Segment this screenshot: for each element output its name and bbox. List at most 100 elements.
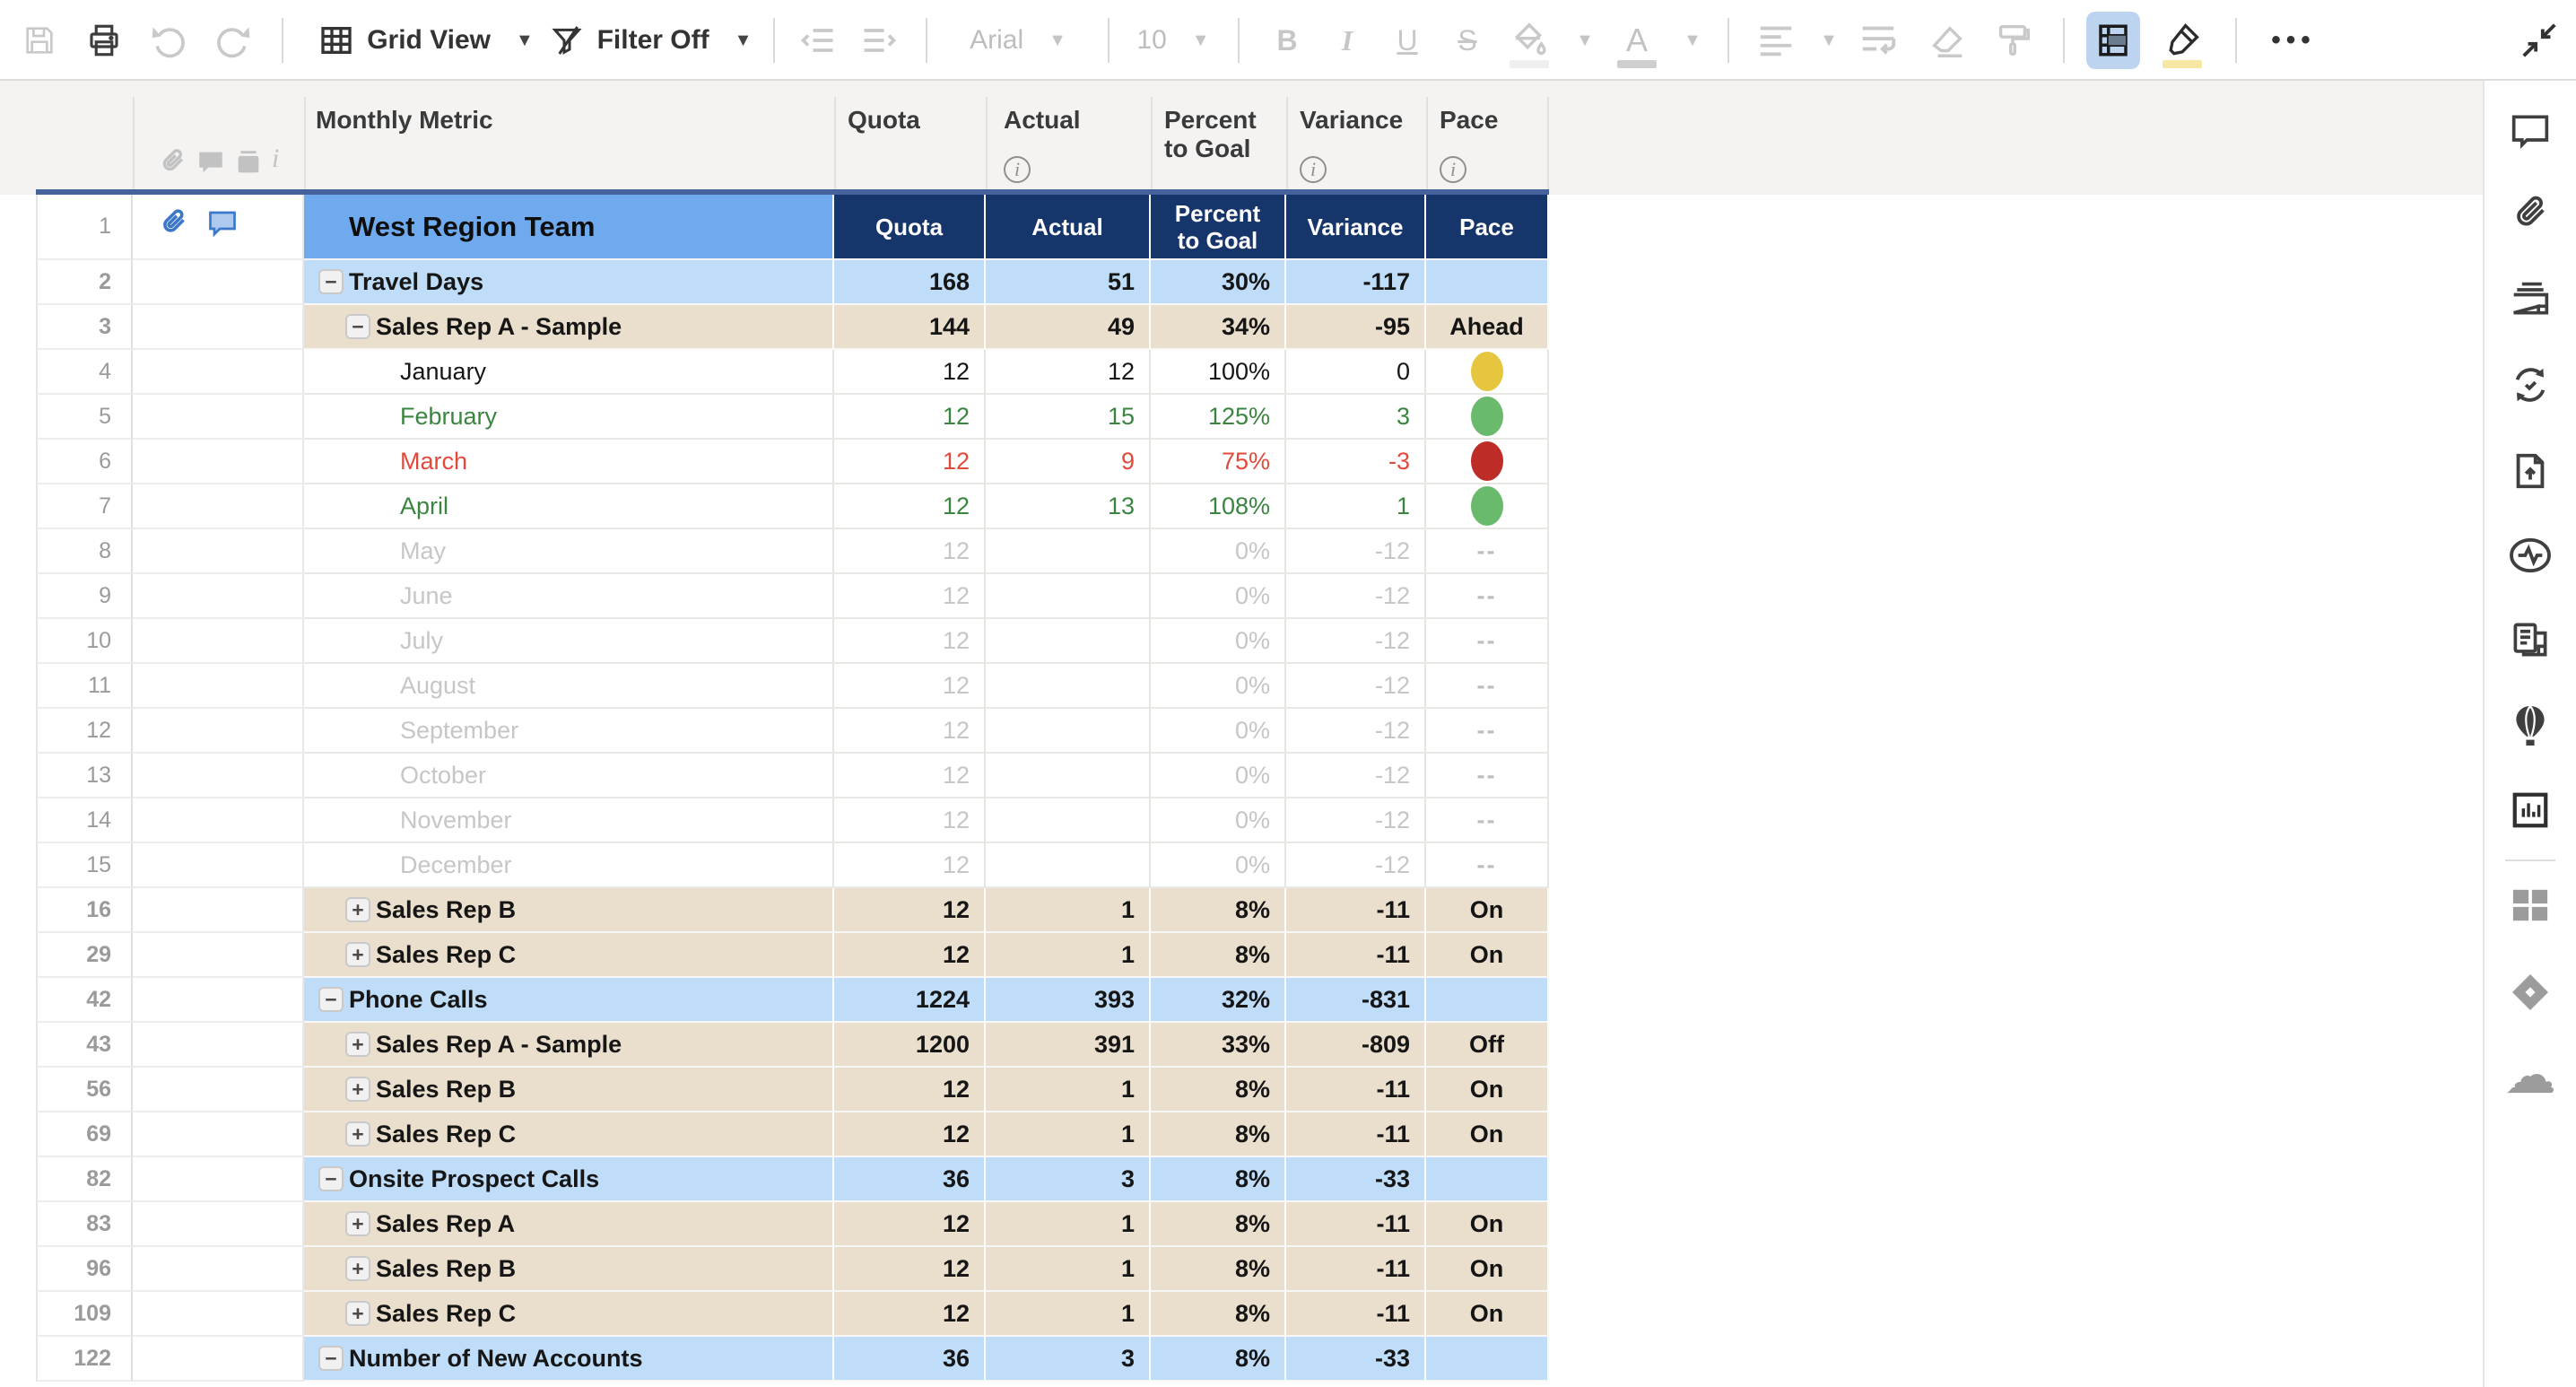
actual-cell[interactable]: 1 <box>986 1247 1151 1292</box>
row-number[interactable]: 3 <box>36 305 133 350</box>
variance-cell[interactable]: -12 <box>1286 664 1426 709</box>
variance-cell[interactable]: 3 <box>1286 395 1426 440</box>
bold-button[interactable]: B <box>1260 0 1314 81</box>
metric-cell[interactable]: + Sales Rep B <box>304 888 834 933</box>
actual-cell[interactable]: 391 <box>986 1023 1151 1068</box>
quota-cell[interactable]: 12 <box>834 709 986 754</box>
premium-apps-icon[interactable] <box>2509 971 2552 1018</box>
actual-cell[interactable]: 51 <box>986 260 1151 305</box>
pace-cell[interactable] <box>1426 260 1549 305</box>
row-indicator-cell[interactable] <box>133 619 304 664</box>
row-number[interactable]: 69 <box>36 1112 133 1157</box>
pace-cell[interactable]: -- <box>1426 574 1549 619</box>
row-indicator-cell[interactable] <box>133 664 304 709</box>
metric-cell[interactable]: + Sales Rep A - Sample <box>304 1023 834 1068</box>
more-options-button[interactable]: ••• <box>2253 0 2334 81</box>
row-indicator-cell[interactable] <box>133 1068 304 1112</box>
row-number[interactable]: 11 <box>36 664 133 709</box>
quota-cell[interactable]: 12 <box>834 1112 986 1157</box>
column-header-actual[interactable]: Actual <box>1004 106 1081 135</box>
row-indicator-cell[interactable] <box>133 1247 304 1292</box>
variance-cell[interactable]: -12 <box>1286 619 1426 664</box>
row-indicator-cell[interactable] <box>133 529 304 574</box>
row-number[interactable]: 29 <box>36 933 133 978</box>
variance-cell[interactable]: -11 <box>1286 1292 1426 1337</box>
header-cell-quota[interactable]: Quota <box>834 195 986 260</box>
variance-cell[interactable]: -11 <box>1286 1247 1426 1292</box>
variance-cell[interactable]: -95 <box>1286 305 1426 350</box>
redo-button[interactable] <box>208 0 258 81</box>
row-indicator-cell[interactable] <box>133 1292 304 1337</box>
percent-cell[interactable]: 0% <box>1151 754 1286 798</box>
pace-cell[interactable]: Off <box>1426 1023 1549 1068</box>
whats-new-icon[interactable] <box>2511 703 2550 753</box>
apps-icon[interactable] <box>2510 886 2551 929</box>
row-number[interactable]: 16 <box>36 888 133 933</box>
activity-log-icon[interactable] <box>2508 536 2553 579</box>
pace-cell[interactable] <box>1426 978 1549 1023</box>
italic-button[interactable]: I <box>1320 0 1374 81</box>
pace-cell[interactable]: -- <box>1426 664 1549 709</box>
actual-cell[interactable] <box>986 619 1151 664</box>
comment-icon[interactable] <box>196 147 226 182</box>
sheet-title-cell[interactable]: West Region Team <box>304 195 834 260</box>
expand-row-button[interactable]: + <box>345 1121 370 1147</box>
header-cell-percent[interactable]: Percent to Goal <box>1151 195 1286 260</box>
actual-cell[interactable]: 49 <box>986 305 1151 350</box>
row-indicator-cell[interactable] <box>133 350 304 395</box>
metric-cell[interactable]: June <box>304 574 834 619</box>
metric-cell[interactable]: May <box>304 529 834 574</box>
row-number[interactable]: 42 <box>36 978 133 1023</box>
quota-cell[interactable]: 12 <box>834 395 986 440</box>
row-number[interactable]: 43 <box>36 1023 133 1068</box>
pace-cell[interactable]: On <box>1426 1247 1549 1292</box>
metric-cell[interactable]: March <box>304 440 834 484</box>
metric-cell[interactable]: December <box>304 843 834 888</box>
percent-cell[interactable]: 8% <box>1151 888 1286 933</box>
variance-cell[interactable]: -12 <box>1286 798 1426 843</box>
metric-cell[interactable]: November <box>304 798 834 843</box>
percent-cell[interactable]: 0% <box>1151 664 1286 709</box>
variance-cell[interactable]: 1 <box>1286 484 1426 529</box>
variance-cell[interactable]: -33 <box>1286 1157 1426 1202</box>
percent-cell[interactable]: 0% <box>1151 798 1286 843</box>
metric-cell[interactable]: − Sales Rep A - Sample <box>304 305 834 350</box>
quota-cell[interactable]: 12 <box>834 529 986 574</box>
percent-cell[interactable]: 8% <box>1151 1337 1286 1382</box>
actual-cell[interactable]: 3 <box>986 1157 1151 1202</box>
info-icon[interactable]: i <box>1440 156 1466 183</box>
percent-cell[interactable]: 30% <box>1151 260 1286 305</box>
row-indicator-cell[interactable] <box>133 1157 304 1202</box>
actual-cell[interactable] <box>986 529 1151 574</box>
card-format-toggle-button[interactable] <box>2086 12 2140 69</box>
percent-cell[interactable]: 0% <box>1151 709 1286 754</box>
metric-cell[interactable]: April <box>304 484 834 529</box>
column-header-percent-to-goal[interactable]: Percent to Goal <box>1164 106 1281 163</box>
pace-cell[interactable]: On <box>1426 1292 1549 1337</box>
row-indicator-cell[interactable] <box>133 933 304 978</box>
percent-cell[interactable]: 125% <box>1151 395 1286 440</box>
variance-cell[interactable]: -11 <box>1286 1202 1426 1247</box>
pace-cell[interactable]: On <box>1426 888 1549 933</box>
quota-cell[interactable]: 12 <box>834 843 986 888</box>
row-indicator-cell[interactable] <box>133 305 304 350</box>
actual-cell[interactable]: 1 <box>986 933 1151 978</box>
quota-cell[interactable]: 12 <box>834 754 986 798</box>
variance-cell[interactable]: -11 <box>1286 933 1426 978</box>
quota-cell[interactable]: 12 <box>834 574 986 619</box>
row-indicator-cell[interactable] <box>133 888 304 933</box>
variance-cell[interactable]: -11 <box>1286 1112 1426 1157</box>
column-header-quota[interactable]: Quota <box>848 106 920 135</box>
actual-cell[interactable] <box>986 574 1151 619</box>
proof-icon[interactable] <box>233 147 264 182</box>
actual-cell[interactable]: 1 <box>986 1112 1151 1157</box>
pace-cell[interactable]: On <box>1426 1112 1549 1157</box>
row-number[interactable]: 13 <box>36 754 133 798</box>
quota-cell[interactable]: 36 <box>834 1157 986 1202</box>
expand-row-button[interactable]: + <box>345 1077 370 1102</box>
row-indicator-cell[interactable] <box>133 978 304 1023</box>
variance-cell[interactable]: -11 <box>1286 888 1426 933</box>
percent-cell[interactable]: 8% <box>1151 1202 1286 1247</box>
update-requests-icon[interactable] <box>2510 364 2551 410</box>
percent-cell[interactable]: 8% <box>1151 1157 1286 1202</box>
